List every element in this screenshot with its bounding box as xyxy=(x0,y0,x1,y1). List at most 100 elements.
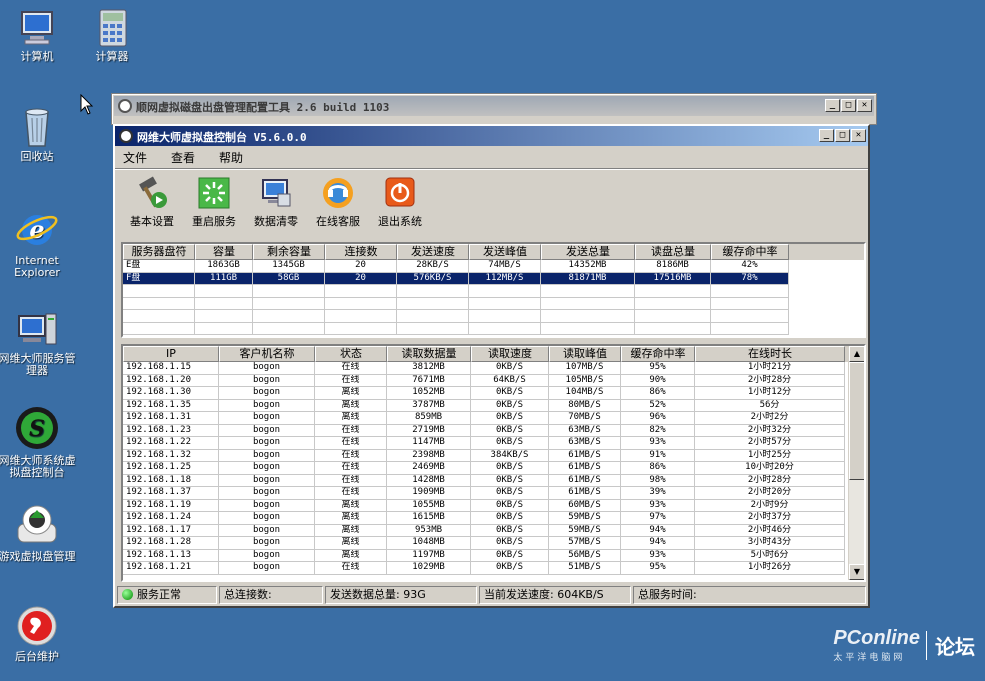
table-cell: bogon xyxy=(219,437,315,450)
service-status: 服务正常 xyxy=(117,586,217,604)
empty-cell xyxy=(711,285,789,298)
table-cell: 52% xyxy=(621,399,695,412)
column-header[interactable]: 剩余容量 xyxy=(253,244,325,260)
table-row[interactable]: 192.168.1.15 bogon 在线 3812MB 0KB/S 107MB/S 95%… xyxy=(123,362,848,375)
watermark-sub: 太平洋电脑网 xyxy=(833,653,906,663)
scroll-down-icon[interactable]: ▼ xyxy=(849,564,864,580)
table-cell: 192.168.1.15 xyxy=(123,362,219,375)
computer-icon xyxy=(21,11,53,45)
table-row[interactable]: 192.168.1.32 bogon 在线 2398MB 384KB/S 61MB/S 91… xyxy=(123,449,848,462)
table-cell: 2小时28分 xyxy=(695,474,845,487)
table-cell: 94% xyxy=(621,524,695,537)
column-header[interactable]: 发送总量 xyxy=(541,244,635,260)
table-row[interactable]: 192.168.1.28 bogon 离线 1048MB 0KB/S 57MB/S 94% 3… xyxy=(123,537,848,550)
desktop-icon-maintenance[interactable]: 后台维护 xyxy=(0,604,76,663)
column-header[interactable]: 在线时长 xyxy=(695,346,845,362)
scroll-thumb[interactable] xyxy=(849,362,864,480)
table-row[interactable]: E盘 1863GB 1345GB 20 28KB/S 74MB/S 14352MB 8186M… xyxy=(123,260,864,273)
settings-label: 基本设置 xyxy=(130,215,174,228)
column-header[interactable]: 容量 xyxy=(195,244,253,260)
empty-cell xyxy=(635,322,711,335)
table-cell: 90% xyxy=(621,374,695,387)
maximize-button[interactable]: □ xyxy=(835,129,850,142)
power-icon xyxy=(385,177,415,207)
close-button[interactable]: ✕ xyxy=(851,129,866,142)
column-header[interactable]: 发送速度 xyxy=(397,244,469,260)
table-cell: 81871MB xyxy=(541,272,635,285)
clear-data-button[interactable]: 数据清零 xyxy=(245,176,307,230)
main-window[interactable]: 网维大师虚拟盘控制台 V5.6.0.0 _ □ ✕ 文件 查看 帮助 基本设置 … xyxy=(113,124,870,608)
column-header[interactable]: 客户机名称 xyxy=(219,346,315,362)
table-cell: bogon xyxy=(219,412,315,425)
table-row[interactable]: 192.168.1.24 bogon 离线 1615MB 0KB/S 59MB/S 97% 2… xyxy=(123,512,848,525)
client-table-body: 192.168.1.15 bogon 在线 3812MB 0KB/S 107MB/S 95%… xyxy=(123,362,848,575)
column-header[interactable]: 读取峰值 xyxy=(549,346,621,362)
table-cell: 96% xyxy=(621,412,695,425)
table-row[interactable]: 192.168.1.31 bogon 离线 859MB 0KB/S 70MB/S 96% 2小… xyxy=(123,412,848,425)
table-cell: 192.168.1.24 xyxy=(123,512,219,525)
column-header[interactable]: 状态 xyxy=(315,346,387,362)
close-button[interactable]: ✕ xyxy=(857,99,872,112)
menu-file[interactable]: 文件 xyxy=(123,149,147,166)
column-header[interactable]: 服务器盘符 xyxy=(123,244,195,260)
column-header[interactable]: 读盘总量 xyxy=(635,244,711,260)
table-row[interactable]: 192.168.1.18 bogon 在线 1428MB 0KB/S 61MB/S 98% 2… xyxy=(123,474,848,487)
minimize-button[interactable]: _ xyxy=(825,99,840,112)
scroll-up-icon[interactable]: ▲ xyxy=(849,346,864,362)
table-row[interactable]: 192.168.1.23 bogon 在线 2719MB 0KB/S 63MB/S 82% 2… xyxy=(123,424,848,437)
disk-table[interactable]: 服务器盘符 容量 剩余容量 连接数 发送速度 发送峰值 发送总量 读盘总量 缓存命中率 E盘 18… xyxy=(121,242,866,338)
table-cell: 0KB/S xyxy=(471,524,549,537)
table-row[interactable]: 192.168.1.30 bogon 离线 1052MB 0KB/S 104MB/S 86%… xyxy=(123,387,848,400)
column-header[interactable]: 读取数据量 xyxy=(387,346,471,362)
table-cell: 58GB xyxy=(253,272,325,285)
desktop-icon-virtual-disk[interactable]: S 网维大师系统虚拟盘控制台 xyxy=(0,404,76,479)
column-header[interactable]: 缓存命中率 xyxy=(621,346,695,362)
table-cell: 192.168.1.32 xyxy=(123,449,219,462)
client-table[interactable]: IP 客户机名称 状态 读取数据量 读取速度 读取峰值 缓存命中率 在线时长 192.168.… xyxy=(121,344,866,582)
desktop-icon-recycle-bin[interactable]: 回收站 xyxy=(0,104,76,163)
exit-system-button[interactable]: 退出系统 xyxy=(369,176,431,230)
background-window[interactable]: 顺网虚拟磁盘出盘管理配置工具 2.6 build 1103 _ □ ✕ xyxy=(111,93,877,125)
empty-cell xyxy=(711,310,789,323)
table-cell: bogon xyxy=(219,474,315,487)
table-cell: 61MB/S xyxy=(549,462,621,475)
table-row[interactable]: 192.168.1.13 bogon 离线 1197MB 0KB/S 56MB/S 93% 5… xyxy=(123,549,848,562)
table-row[interactable]: F盘 111GB 58GB 20 576KB/S 112MB/S 81871MB 17516M… xyxy=(123,272,864,285)
desktop-icon-game-disk[interactable]: 游戏虚拟盘管理 xyxy=(0,502,76,563)
client-table-scrollbar[interactable]: ▲ ▼ xyxy=(848,346,864,580)
maximize-button[interactable]: □ xyxy=(841,99,856,112)
table-row[interactable]: 192.168.1.20 bogon 在线 7671MB 64KB/S 105MB/S 90… xyxy=(123,374,848,387)
column-header[interactable]: 发送峰值 xyxy=(469,244,541,260)
menu-view[interactable]: 查看 xyxy=(171,149,195,166)
table-row[interactable]: 192.168.1.21 bogon 在线 1029MB 0KB/S 51MB/S 95% 1… xyxy=(123,562,848,575)
table-row[interactable]: 192.168.1.19 bogon 离线 1055MB 0KB/S 60MB/S 93% 2… xyxy=(123,499,848,512)
table-cell: 20 xyxy=(325,260,397,273)
table-cell: 61MB/S xyxy=(549,474,621,487)
table-cell: 859MB xyxy=(387,412,471,425)
table-row[interactable]: 192.168.1.25 bogon 在线 2469MB 0KB/S 61MB/S 86% 1… xyxy=(123,462,848,475)
table-row[interactable]: 192.168.1.37 bogon 在线 1909MB 0KB/S 61MB/S 39% 2… xyxy=(123,487,848,500)
table-cell: bogon xyxy=(219,512,315,525)
column-header[interactable]: IP xyxy=(123,346,219,362)
column-header[interactable]: 连接数 xyxy=(325,244,397,260)
table-row[interactable]: 192.168.1.17 bogon 离线 953MB 0KB/S 59MB/S 94% 2小… xyxy=(123,524,848,537)
restart-service-button[interactable]: 重启服务 xyxy=(183,176,245,230)
desktop-icon-server-manager[interactable]: 网维大师服务管理器 xyxy=(0,310,76,377)
column-header[interactable]: 缓存命中率 xyxy=(711,244,789,260)
table-row[interactable]: 192.168.1.22 bogon 在线 1147MB 0KB/S 63MB/S 93% 2… xyxy=(123,437,848,450)
minimize-button[interactable]: _ xyxy=(819,129,834,142)
table-cell: 1345GB xyxy=(253,260,325,273)
online-service-button[interactable]: 在线客服 xyxy=(307,176,369,230)
table-cell: bogon xyxy=(219,424,315,437)
empty-cell xyxy=(195,310,253,323)
clear-data-icon xyxy=(262,179,291,207)
desktop-icon-calculator[interactable]: 计算器 xyxy=(73,8,151,63)
settings-button[interactable]: 基本设置 xyxy=(121,176,183,230)
desktop-icon-ie[interactable]: e Internet Explorer xyxy=(0,206,76,279)
table-row[interactable]: 192.168.1.35 bogon 离线 3787MB 0KB/S 80MB/S 52% 5… xyxy=(123,399,848,412)
background-window-titlebar[interactable]: 顺网虚拟磁盘出盘管理配置工具 2.6 build 1103 _ □ ✕ xyxy=(114,96,874,116)
main-window-titlebar[interactable]: 网维大师虚拟盘控制台 V5.6.0.0 _ □ ✕ xyxy=(115,126,868,146)
column-header[interactable]: 读取速度 xyxy=(471,346,549,362)
menu-help[interactable]: 帮助 xyxy=(219,149,243,166)
desktop-icon-computer[interactable]: 计算机 xyxy=(0,8,76,63)
